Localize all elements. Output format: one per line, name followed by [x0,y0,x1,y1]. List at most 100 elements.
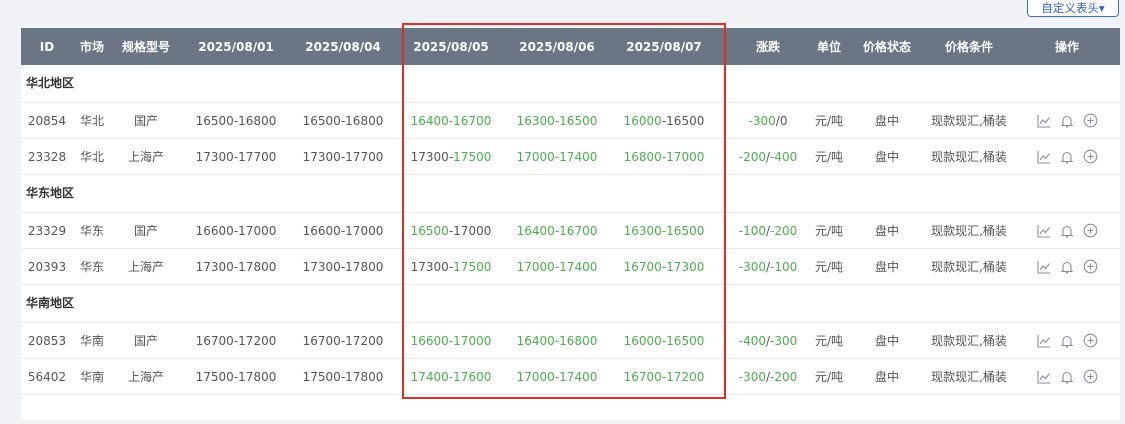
col-date-0807: 16700-17300 [614,249,714,284]
col-date-0804: 17300-17800 [293,249,393,284]
value-part: -200 [770,223,798,238]
table-row[interactable]: 23328 华北 上海产 17300-17700 17300-17700 17300-17… [21,139,1120,175]
value-part: 16400 [410,113,449,128]
col-market: 华北 [79,150,104,164]
col-id: 20393 [27,259,67,274]
value-part: 16800 [623,149,662,164]
header-col-spec: 规格型号 [121,40,170,54]
add-circle-icon[interactable] [1083,113,1098,128]
col-status: 盘中 [874,114,899,128]
col-condition: 现款现汇,桶装 [931,260,1007,274]
trend-chart-icon[interactable] [1036,334,1051,348]
trend-chart-icon[interactable] [1036,150,1051,164]
table-row[interactable]: 20853 华南 国产 16700-17200 16700-17200 16600-170… [21,323,1120,359]
value-part: 17500 [453,259,492,274]
bell-icon[interactable] [1060,114,1074,128]
col-date-0801: 16600-17000 [186,213,286,248]
col-spec: 上海产 [127,370,164,384]
value-part: -400 [738,333,766,348]
trend-chart-icon[interactable] [1036,114,1051,128]
value-part: -200 [770,369,798,384]
trend-chart-icon[interactable] [1036,260,1051,274]
col-id: 20853 [27,333,67,348]
add-circle-icon[interactable] [1083,369,1098,384]
table-row[interactable]: 20393 华东 上海产 17300-17800 17300-17800 17300-17… [21,249,1120,285]
col-date-0801: 17500-17800 [186,359,286,394]
value-part: 16700 [453,113,492,128]
value-part: 16700 [195,333,234,348]
col-date-0801: 17300-17700 [186,139,286,174]
col-unit: 元/吨 [814,224,844,238]
table-row[interactable]: 20854 华北 国产 16500-16800 16500-16800 16400-167… [21,103,1120,139]
table-row[interactable]: 56402 华南 上海产 17500-17800 17500-17800 17400-17… [21,359,1120,395]
value-part: 16700 [559,223,598,238]
value-part: 16500 [410,223,449,238]
col-market: 华北 [79,114,104,128]
value-part: 16500 [666,223,705,238]
value-part: 17500 [302,369,341,384]
group-title: 华东地区 [26,186,75,200]
value-part: 16400 [516,333,555,348]
group-row: 华北地区 [21,65,1120,103]
col-id: 56402 [27,369,67,384]
value-part: 16800 [238,113,277,128]
value-part: 16800 [345,113,384,128]
col-id: 20854 [27,113,67,128]
custom-header-button[interactable]: 自定义表头▾ [1027,0,1119,17]
col-date-0806: 17000-17400 [507,249,607,284]
group-title: 华南地区 [26,296,75,310]
col-date-0805: 17300-17500 [401,139,501,174]
header-col-date-0805: 2025/08/05 [413,39,489,54]
value-part: 16500 [666,113,705,128]
value-part: 16800 [559,333,598,348]
value-part: 17400 [559,149,598,164]
col-date-0807: 16000-16500 [614,103,714,138]
trend-chart-icon[interactable] [1036,224,1051,238]
value-part: 16700 [623,259,662,274]
value-part: 16300 [623,223,662,238]
value-part: 17300 [302,259,341,274]
value-part: 17800 [238,369,277,384]
header-col-date-0801: 2025/08/01 [198,39,274,54]
value-part: 16700 [302,333,341,348]
bell-icon[interactable] [1060,150,1074,164]
value-part: 17000 [516,369,555,384]
col-market: 华南 [79,334,104,348]
bell-icon[interactable] [1060,224,1074,238]
value-part: -300 [738,259,766,274]
col-condition: 现款现汇,桶装 [931,114,1007,128]
value-part: -300 [738,369,766,384]
value-part: 17600 [453,369,492,384]
col-condition: 现款现汇,桶装 [931,334,1007,348]
add-circle-icon[interactable] [1083,149,1098,164]
col-date-0806: 16400-16700 [507,213,607,248]
add-circle-icon[interactable] [1083,333,1098,348]
col-status: 盘中 [874,260,899,274]
bell-icon[interactable] [1060,370,1074,384]
col-change: -300/0 [728,103,808,138]
add-circle-icon[interactable] [1083,259,1098,274]
col-change: -100/-200 [728,213,808,248]
table-row[interactable]: 23329 华东 国产 16600-17000 16600-17000 16500-170… [21,213,1120,249]
bell-icon[interactable] [1060,334,1074,348]
value-part: 17400 [410,369,449,384]
col-unit: 元/吨 [814,260,844,274]
trend-chart-icon[interactable] [1036,370,1051,384]
value-part: 16500 [302,113,341,128]
col-spec: 国产 [133,334,158,348]
value-part: 17300 [410,149,449,164]
col-date-0807: 16700-17200 [614,359,714,394]
value-part: 17300 [195,259,234,274]
col-date-0805: 16400-16700 [401,103,501,138]
col-actions [1017,213,1117,248]
bell-icon[interactable] [1060,260,1074,274]
value-part: 16400 [516,223,555,238]
col-condition: 现款现汇,桶装 [931,150,1007,164]
col-spec: 国产 [133,224,158,238]
col-date-0806: 16300-16500 [507,103,607,138]
value-part: 17400 [559,259,598,274]
col-actions [1017,139,1117,174]
col-date-0804: 17300-17700 [293,139,393,174]
header-col-id: ID [39,39,55,54]
add-circle-icon[interactable] [1083,223,1098,238]
